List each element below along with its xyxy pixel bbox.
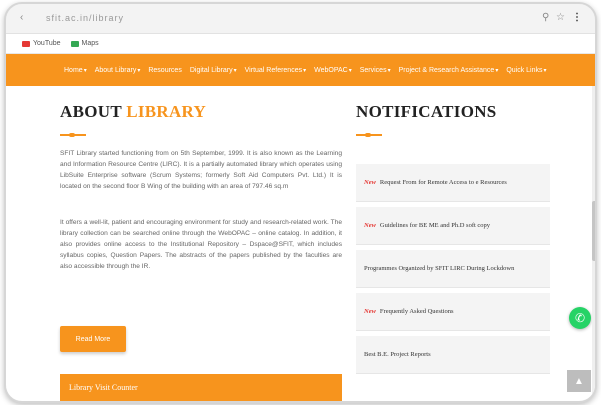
notification-text[interactable]: Programmes Organized by SFIT LIRC During… <box>364 265 514 272</box>
menu-icon[interactable]: ⋮ <box>572 12 582 23</box>
nav-item-services[interactable]: Services▾ <box>360 67 391 74</box>
chevron-down-icon: ▾ <box>83 67 87 74</box>
nav-item-home[interactable]: Home▾ <box>64 67 87 74</box>
chevron-down-icon: ▾ <box>495 67 499 74</box>
chevron-down-icon: ▾ <box>303 67 307 74</box>
about-title-plain: ABOUT <box>60 102 127 121</box>
bookmarks-bar: YouTube Maps <box>6 34 595 54</box>
notification-item[interactable]: Best B.E. Project Reports <box>356 336 550 374</box>
page-scrollbar[interactable] <box>592 86 595 401</box>
notifications-list: New Request From for Remote Access to e R… <box>356 164 550 379</box>
new-badge: New <box>364 222 376 229</box>
nav-item-digital-library[interactable]: Digital Library▾ <box>190 67 237 74</box>
about-title-accent: LIBRARY <box>126 102 207 121</box>
back-icon[interactable]: ‹ <box>20 12 23 23</box>
browser-window: ‹ sfit.ac.in/library ⚲ ☆ ⋮ YouTube Maps H… <box>4 2 597 403</box>
nav-item-webopac[interactable]: WebOPAC▾ <box>314 67 352 74</box>
about-library-heading: ABOUT LIBRARY <box>60 102 206 122</box>
scrollbar-thumb[interactable] <box>592 201 595 261</box>
nav-item-label: Virtual References <box>244 66 303 74</box>
maps-icon <box>70 40 79 47</box>
notifications-heading-underline <box>356 133 382 137</box>
about-paragraph-2: It offers a well-lit, patient and encour… <box>60 219 342 270</box>
whatsapp-icon[interactable]: ✆ <box>569 307 591 329</box>
chevron-down-icon: ▾ <box>137 67 141 74</box>
address-bar[interactable]: ‹ sfit.ac.in/library ⚲ ☆ ⋮ <box>6 4 595 34</box>
nav-item-about-library[interactable]: About Library▾ <box>95 67 141 74</box>
page-content: ABOUT LIBRARY SFIT Library started funct… <box>6 86 595 401</box>
zoom-icon[interactable]: ⚲ <box>542 12 549 23</box>
chevron-down-icon: ▾ <box>543 67 547 74</box>
notification-item[interactable]: New Frequently Asked Questions <box>356 293 550 331</box>
nav-item-label: Project & Research Assistance <box>398 66 495 74</box>
notification-text[interactable]: Best B.E. Project Reports <box>364 351 431 358</box>
nav-item-label: Quick Links <box>506 66 543 74</box>
youtube-icon <box>22 40 30 47</box>
library-visit-counter: Library Visit Counter <box>60 374 342 401</box>
read-more-button[interactable]: Read More <box>60 326 126 352</box>
nav-item-label: Digital Library <box>189 66 233 74</box>
chevron-down-icon: ▾ <box>387 67 391 74</box>
notification-text[interactable]: Frequently Asked Questions <box>380 308 454 315</box>
nav-item-label: WebOPAC <box>314 66 348 74</box>
about-heading-underline <box>60 133 86 137</box>
star-icon[interactable]: ☆ <box>556 12 565 23</box>
new-badge: New <box>364 308 376 315</box>
notification-item[interactable]: Programmes Organized by SFIT LIRC During… <box>356 250 550 288</box>
bookmark-label: YouTube <box>33 40 61 47</box>
nav-item-label: Home <box>64 66 83 74</box>
new-badge: New <box>364 179 376 186</box>
nav-item-resources[interactable]: Resources <box>148 67 181 74</box>
nav-item-label: About Library <box>94 66 137 74</box>
notification-item[interactable]: New Guidelines for BE ME and Ph.D soft co… <box>356 207 550 245</box>
notification-text[interactable]: Guidelines for BE ME and Ph.D soft copy <box>380 222 490 229</box>
bookmark-youtube[interactable]: YouTube <box>22 40 61 47</box>
nav-item-label: Services <box>359 66 387 74</box>
nav-item-label: Resources <box>148 66 182 74</box>
url-text[interactable]: sfit.ac.in/library <box>46 13 124 23</box>
nav-item-project-research-assistance[interactable]: Project & Research Assistance▾ <box>399 67 499 74</box>
notifications-heading: NOTIFICATIONS <box>356 102 497 121</box>
about-paragraph-1: SFIT Library started functioning from on… <box>60 150 342 190</box>
notification-item[interactable]: New Request From for Remote Access to e R… <box>356 164 550 202</box>
arrow-up-icon[interactable]: ▲ <box>567 370 591 392</box>
bookmark-label: Maps <box>81 40 99 47</box>
bookmark-maps[interactable]: Maps <box>70 40 99 47</box>
nav-item-quick-links[interactable]: Quick Links▾ <box>506 67 546 74</box>
notification-text[interactable]: Request From for Remote Access to e Reso… <box>380 179 507 186</box>
nav-item-virtual-references[interactable]: Virtual References▾ <box>245 67 306 74</box>
main-nav: Home▾ About Library▾ Resources Digital Libr… <box>6 54 595 86</box>
chevron-down-icon: ▾ <box>233 67 237 74</box>
chevron-down-icon: ▾ <box>348 67 352 74</box>
